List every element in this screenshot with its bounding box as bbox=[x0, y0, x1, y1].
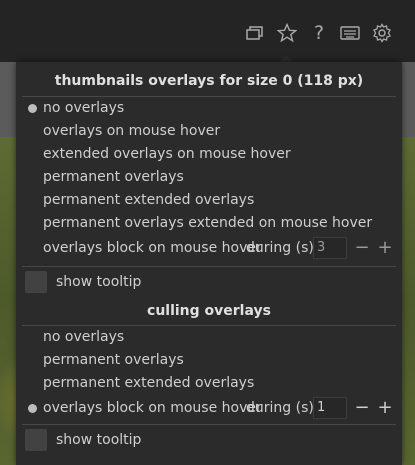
selected-indicator bbox=[28, 104, 37, 113]
option-permanent-extended-overlays[interactable]: permanent extended overlays bbox=[16, 189, 402, 211]
during-label: during (s) bbox=[246, 400, 314, 416]
section-title-culling: culling overlays bbox=[147, 303, 271, 319]
selected-indicator bbox=[28, 404, 37, 413]
during-seconds-input[interactable]: 3 bbox=[313, 237, 347, 259]
option-permanent-overlays[interactable]: permanent overlays bbox=[16, 166, 402, 188]
option-extended-overlays-on-hover[interactable]: extended overlays on mouse hover bbox=[16, 143, 402, 165]
culling-option-permanent-overlays[interactable]: permanent overlays bbox=[16, 349, 402, 371]
show-tooltip-row[interactable]: show tooltip bbox=[16, 271, 402, 295]
star-icon[interactable] bbox=[276, 22, 298, 44]
gear-icon[interactable] bbox=[371, 22, 393, 44]
increase-button[interactable]: + bbox=[374, 397, 396, 419]
option-no-overlays[interactable]: no overlays bbox=[16, 97, 402, 119]
decrease-button[interactable]: − bbox=[351, 237, 373, 259]
section-title-thumbnails: thumbnails overlays for size 0 (118 px) bbox=[54, 73, 364, 89]
culling-show-tooltip-row[interactable]: show tooltip bbox=[16, 429, 402, 453]
keyboard-icon[interactable] bbox=[339, 22, 361, 44]
help-icon[interactable]: ? bbox=[308, 22, 330, 44]
copy-icon[interactable] bbox=[244, 22, 266, 44]
separator bbox=[22, 266, 396, 267]
culling-show-tooltip-checkbox[interactable] bbox=[25, 429, 47, 451]
culling-option-permanent-extended-overlays[interactable]: permanent extended overlays bbox=[16, 372, 402, 394]
option-overlays-block-on-hover[interactable]: overlays block on mouse hover during (s)… bbox=[16, 237, 402, 259]
show-tooltip-checkbox[interactable] bbox=[25, 271, 47, 293]
during-label: during (s) bbox=[246, 240, 314, 256]
culling-option-no-overlays[interactable]: no overlays bbox=[16, 326, 402, 348]
option-permanent-overlays-extended-on-hover[interactable]: permanent overlays extended on mouse hov… bbox=[16, 212, 402, 234]
decrease-button[interactable]: − bbox=[351, 397, 373, 419]
culling-option-overlays-block-on-hover[interactable]: overlays block on mouse hover during (s)… bbox=[16, 397, 402, 419]
culling-during-seconds-input[interactable]: 1 bbox=[313, 397, 347, 419]
overlays-popup: thumbnails overlays for size 0 (118 px) … bbox=[16, 62, 402, 465]
increase-button[interactable]: + bbox=[374, 237, 396, 259]
separator bbox=[22, 424, 396, 425]
option-overlays-on-hover[interactable]: overlays on mouse hover bbox=[16, 120, 402, 142]
top-toolbar: ? bbox=[0, 0, 415, 62]
